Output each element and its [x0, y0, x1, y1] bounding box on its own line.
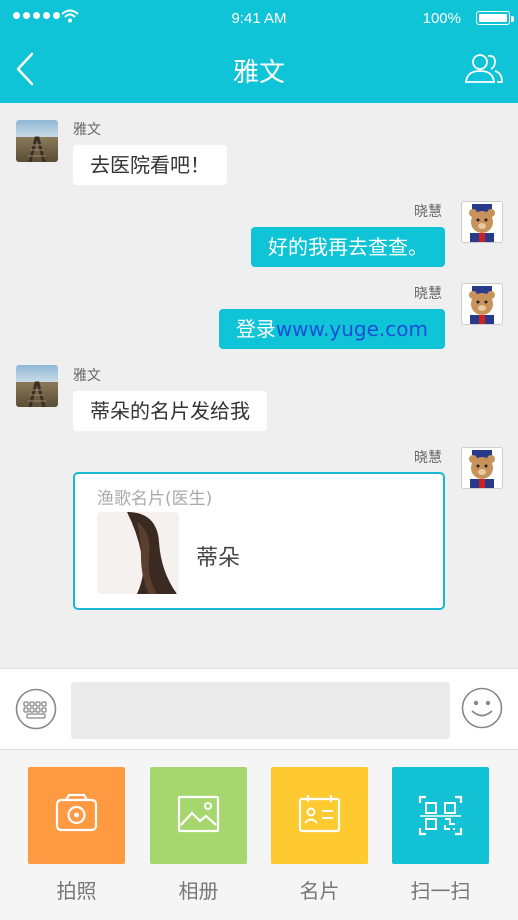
- message-link[interactable]: www.yuge.com: [276, 317, 428, 341]
- card-photo: [97, 512, 179, 594]
- sender-name: 雅文: [73, 122, 101, 138]
- sender-name: 晓慧: [414, 450, 442, 466]
- page-title: 雅文: [232, 58, 285, 88]
- avatar-xiaohui[interactable]: [461, 447, 503, 489]
- header: 9:41 AM 100% 雅文: [0, 0, 518, 103]
- qr-scan-icon: [418, 795, 463, 836]
- camera-label: 拍照: [56, 879, 97, 903]
- keyboard-icon[interactable]: [15, 688, 57, 730]
- chat-area[interactable]: 雅文 去医院看吧！ 晓慧 好的我再去查查。 晓慧 登录www.yuge.com …: [0, 103, 518, 668]
- contacts-icon[interactable]: [464, 50, 504, 86]
- card-icon: [298, 795, 341, 833]
- status-bar: 9:41 AM 100%: [0, 8, 518, 30]
- card-title: 渔歌名片(医生): [97, 489, 213, 509]
- avatar-xiaohui[interactable]: [461, 283, 503, 325]
- message-bubble[interactable]: 登录www.yuge.com: [218, 309, 445, 349]
- sender-name: 雅文: [73, 368, 101, 384]
- sender-name: 晓慧: [414, 204, 442, 220]
- message-bubble[interactable]: 蒂朵的名片发给我: [73, 391, 267, 431]
- avatar-yawen[interactable]: [16, 365, 58, 407]
- sender-name: 晓慧: [414, 286, 442, 302]
- scan-button[interactable]: [392, 767, 489, 864]
- album-button[interactable]: [150, 767, 247, 864]
- image-icon: [177, 795, 220, 833]
- avatar-xiaohui[interactable]: [461, 201, 503, 243]
- message-bubble[interactable]: 去医院看吧！: [73, 145, 227, 185]
- scan-label: 扫一扫: [410, 879, 471, 903]
- attachment-panel: 拍照 相册 名片 扫一扫: [0, 750, 518, 920]
- business-card[interactable]: 渔歌名片(医生) 蒂朵: [73, 472, 445, 610]
- battery-icon: [476, 11, 510, 25]
- avatar-yawen[interactable]: [16, 120, 58, 162]
- message-text: 登录: [235, 317, 276, 341]
- message-bubble[interactable]: 好的我再去查查。: [251, 227, 445, 267]
- card-label: 名片: [299, 879, 340, 903]
- emoji-icon[interactable]: [461, 687, 503, 729]
- input-bar: [0, 668, 518, 750]
- message-input[interactable]: [71, 682, 450, 739]
- camera-button[interactable]: [28, 767, 125, 864]
- card-button[interactable]: [271, 767, 368, 864]
- battery-level: 100%: [422, 10, 461, 27]
- card-name: 蒂朵: [196, 546, 241, 571]
- camera-icon: [55, 793, 98, 832]
- album-label: 相册: [178, 879, 219, 903]
